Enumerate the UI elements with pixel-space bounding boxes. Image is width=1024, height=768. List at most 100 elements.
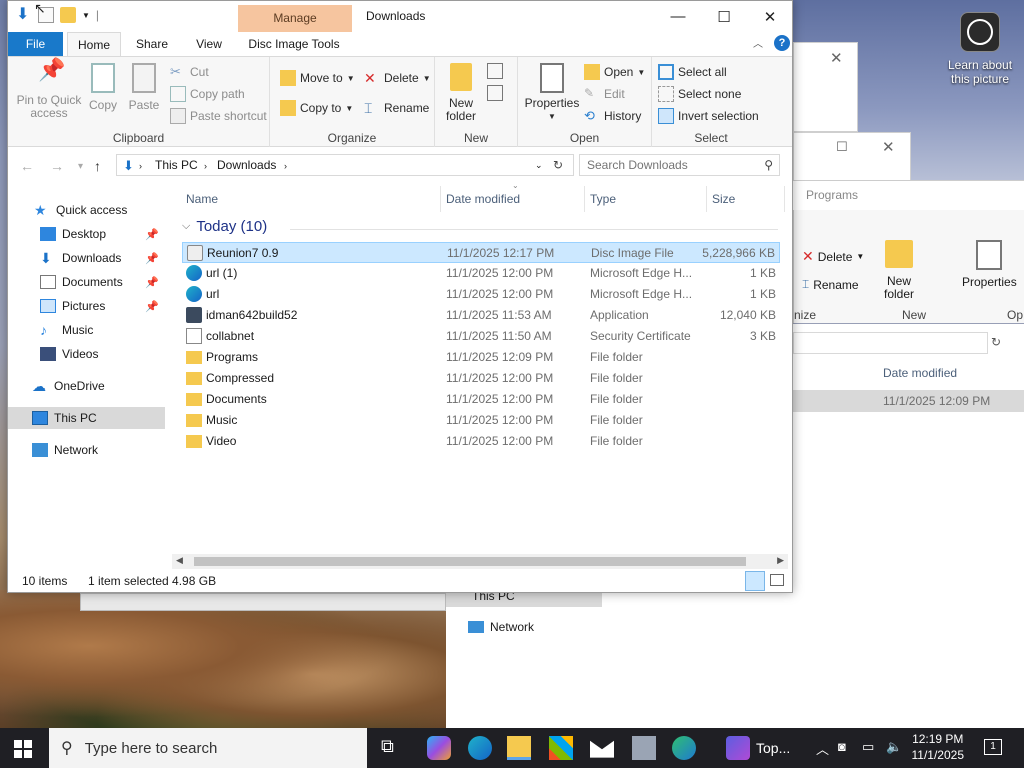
file-row[interactable]: Video 11/1/2025 12:00 PM File folder [182,431,780,452]
history-button[interactable]: ⟲ History [584,107,641,125]
mail-icon[interactable] [590,740,614,758]
forward-arrow-icon[interactable]: → [50,158,64,174]
column-name[interactable]: Name [186,186,218,212]
edge-icon[interactable] [468,736,492,760]
help-icon[interactable]: ? [774,35,790,51]
nav-quick-access[interactable]: ★ Quick access [8,199,165,221]
nav-this-pc[interactable]: This PC [8,407,165,429]
maximize-button[interactable]: ☐ [701,1,747,32]
app-icon[interactable] [632,736,656,760]
horizontal-scrollbar[interactable]: ◀ ▶ [172,554,788,569]
nav-videos[interactable]: Videos [8,343,165,365]
details-view-icon[interactable] [745,571,765,591]
file-row[interactable]: collabnet 11/1/2025 11:50 AM Security Cert… [182,326,780,347]
pin-quick-access-button[interactable]: 📌 Pin to Quick access [12,59,86,120]
select-none-button[interactable]: Select none [658,85,741,103]
search-input[interactable] [580,155,750,175]
up-arrow-icon[interactable]: ↑ [94,158,101,174]
column-size[interactable]: Size [712,186,735,212]
scroll-left-icon[interactable]: ◀ [176,555,183,566]
bg-new-folder-button[interactable]: New folder [876,275,922,301]
nav-network[interactable]: Network [8,439,165,461]
recent-locations-icon[interactable]: ▾ [78,161,83,172]
column-type[interactable]: Type [590,186,616,212]
breadcrumb-downloads[interactable]: Downloads [217,158,276,172]
store-icon[interactable] [549,736,573,760]
collapse-ribbon-icon[interactable]: ︿ [753,35,763,50]
file-row[interactable]: idman642build52 11/1/2025 11:53 AM Applica… [182,305,780,326]
close-icon[interactable]: ✕ [830,49,843,67]
column-date-modified[interactable]: Date modified [446,186,520,212]
breadcrumb-this-pc[interactable]: This PC [155,158,198,172]
select-all-button[interactable]: Select all [658,63,727,81]
paste-button[interactable]: Paste [126,63,162,112]
edge-dev-icon[interactable] [672,736,696,760]
nav-downloads[interactable]: ⬇ Downloads 📌 [8,247,165,269]
copy-path-button[interactable]: Copy path [170,85,245,103]
customize-qat-icon[interactable]: ▼ [82,11,90,20]
bg-properties-button[interactable]: Properties [962,275,1017,289]
file-row[interactable]: Music 11/1/2025 12:00 PM File folder [182,410,780,431]
new-item-icon[interactable] [487,63,503,79]
bg-selected-row[interactable]: 11/1/2025 12:09 PM [793,390,1024,412]
minimize-button[interactable]: — [655,1,701,32]
file-row[interactable]: Reunion7 0.9 11/1/2025 12:17 PM Disc Image… [182,242,780,263]
meet-now-icon[interactable]: ◙ [838,739,846,754]
notifications-icon[interactable]: 1 [984,739,1002,755]
easy-access-icon[interactable] [487,85,503,101]
file-row[interactable]: url 11/1/2025 12:00 PM Microsoft Edge H...… [182,284,780,305]
properties-button[interactable]: Properties ▼ [522,63,582,123]
nav-documents[interactable]: Documents 📌 [8,271,165,293]
delete-button[interactable]: ✕ Delete ▼ [364,69,431,87]
paste-shortcut-button[interactable]: Paste shortcut [170,107,267,125]
bg-rename-button[interactable]: ⌶ Rename [802,277,859,292]
maximize-icon[interactable]: ☐ [836,139,848,155]
new-folder-icon[interactable] [60,7,76,23]
learn-about-picture[interactable]: Learn about this picture [940,12,1020,86]
bg-nav-network[interactable]: Network [468,620,534,634]
tab-share[interactable]: Share [127,32,177,56]
address-bar[interactable]: ⬇ › This PC › Downloads › ⌄ ↻ [116,154,574,176]
file-explorer-icon[interactable] [507,736,531,760]
tab-view[interactable]: View [184,32,234,56]
scrollbar-thumb[interactable] [194,557,746,566]
volume-icon[interactable]: 🔈 [886,739,902,755]
copilot-icon[interactable] [427,736,451,760]
scroll-right-icon[interactable]: ▶ [777,555,784,566]
nav-music[interactable]: ♪ Music [8,319,165,341]
search-box[interactable]: ⚲ [579,154,780,176]
refresh-icon[interactable]: ↻ [991,335,1001,349]
start-button[interactable] [14,740,32,758]
nav-desktop[interactable]: Desktop 📌 [8,223,165,245]
move-to-button[interactable]: Move to ▼ [280,69,355,87]
close-button[interactable]: ✕ [747,1,793,32]
copy-to-button[interactable]: Copy to ▼ [280,99,353,117]
new-folder-button[interactable]: New folder [439,63,483,123]
edit-button[interactable]: ✎ Edit [584,85,625,103]
taskbar-app-button[interactable]: Top... [726,728,802,768]
tab-disc-image-tools[interactable]: Disc Image Tools [240,32,348,56]
download-arrow-icon[interactable]: ⬇ [16,7,32,23]
manage-context-tab[interactable]: Manage [238,11,352,25]
cut-button[interactable]: ✂ Cut [170,63,209,81]
network-tray-icon[interactable]: ▭ [862,739,874,755]
file-row[interactable]: Documents 11/1/2025 12:00 PM File folder [182,389,780,410]
nav-onedrive[interactable]: ☁ OneDrive [8,375,165,397]
task-view-icon[interactable]: ⧉ [381,736,405,760]
taskbar-search[interactable]: ⚲ Type here to search [49,728,367,768]
back-arrow-icon[interactable]: ← [20,158,34,174]
copy-button[interactable]: Copy [86,63,120,112]
file-row[interactable]: url (1) 11/1/2025 12:00 PM Microsoft Edge … [182,263,780,284]
tab-home[interactable]: Home [67,32,121,56]
bg-delete-button[interactable]: ✕ Delete ▼ [802,248,864,265]
tab-file[interactable]: File [8,32,63,56]
bg-address-bar[interactable] [793,332,988,354]
file-row[interactable]: Programs 11/1/2025 12:09 PM File folder [182,347,780,368]
file-row[interactable]: Compressed 11/1/2025 12:00 PM File folder [182,368,780,389]
open-button[interactable]: Open ▼ [584,63,645,81]
rename-button[interactable]: ⌶ Rename [364,99,429,117]
close-icon[interactable]: ✕ [882,138,895,156]
large-icons-view-icon[interactable] [770,574,784,586]
system-clock[interactable]: 12:19 PM 11/1/2025 [912,731,965,763]
chevron-up-icon[interactable]: ︿ [816,739,829,758]
